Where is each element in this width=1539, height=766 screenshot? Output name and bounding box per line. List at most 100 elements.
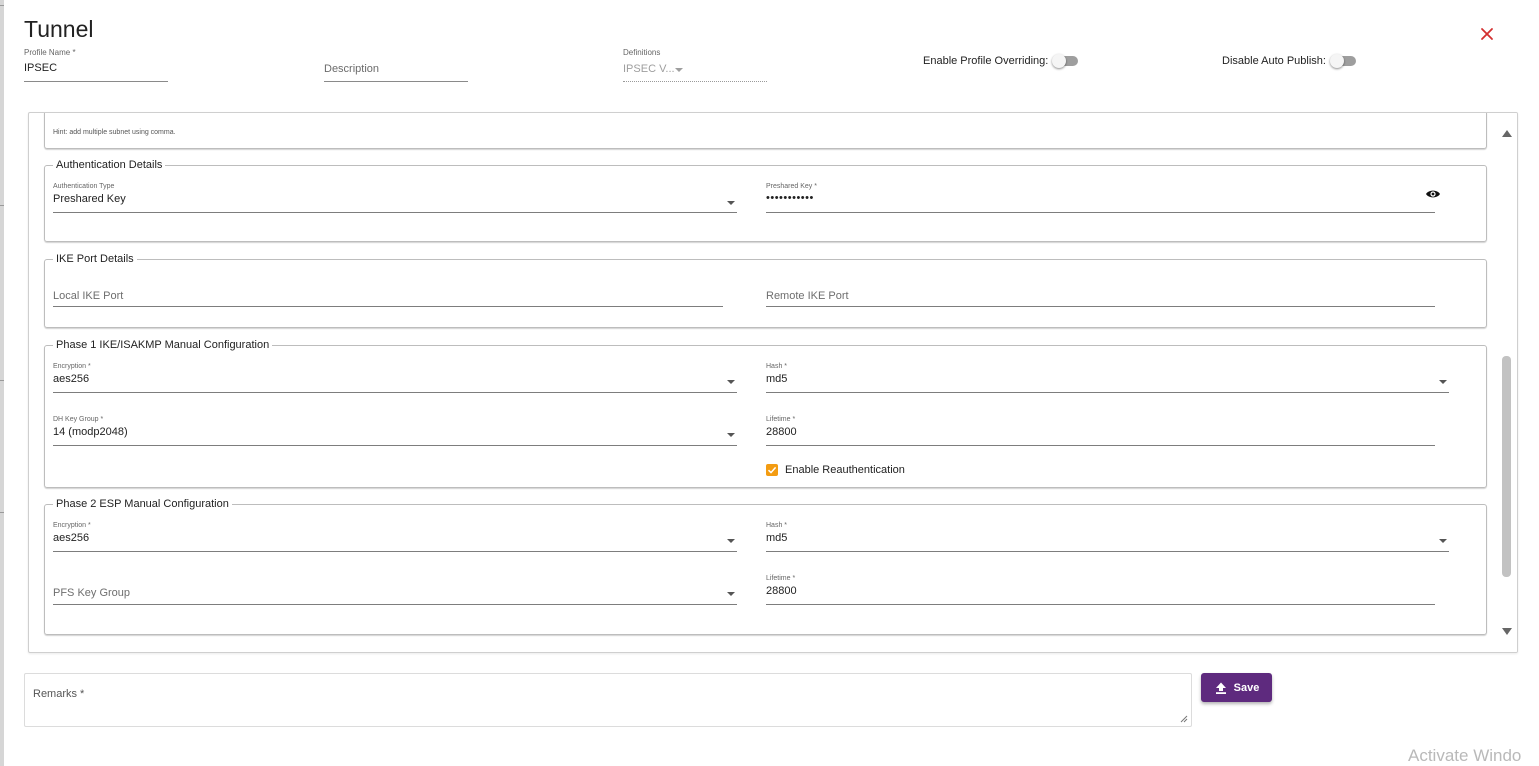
profile-name-value: IPSEC [24,62,58,74]
close-button[interactable] [1476,23,1498,45]
underline [53,306,723,307]
remote-ike-port-input[interactable]: Remote IKE Port [766,282,1435,307]
phase2-encryption-select[interactable]: Encryption * aes256 [53,522,737,552]
authentication-type-select[interactable]: Authentication Type Preshared Key [53,183,737,213]
enable-reauthentication-checkbox[interactable] [766,464,778,476]
underline [24,81,168,82]
field-value: Preshared Key [53,193,126,205]
underline [766,551,1449,552]
scroll-area[interactable]: Hint: add multiple subnet using comma. A… [29,113,1495,652]
underline [53,604,737,605]
phase2-hash-select[interactable]: Hash * md5 [766,522,1449,552]
chevron-down-icon [727,201,735,205]
save-button[interactable]: Save [1201,673,1272,702]
description-field[interactable]: Description [324,48,468,82]
underline [766,445,1435,446]
authentication-details-section: Authentication Details Authentication Ty… [44,158,1487,242]
field-label: Hash * [766,522,788,529]
profile-name-label: Profile Name * [24,48,76,57]
field-placeholder: Remote IKE Port [766,290,849,302]
field-value: aes256 [53,373,90,385]
field-placeholder: Local IKE Port [53,290,124,302]
scrollbar-thumb[interactable] [1502,356,1511,577]
disable-auto-publish-toggle[interactable] [1329,54,1356,68]
save-label: Save [1233,681,1260,694]
preshared-key-field[interactable]: Preshared Key * ••••••••••• [766,183,1440,213]
tunnel-dialog: Tunnel Profile Name * IPSEC Description … [4,0,1539,766]
field-label: DH Key Group * [53,416,104,423]
chevron-down-icon [1439,380,1447,384]
phase1-configuration-section: Phase 1 IKE/ISAKMP Manual Configuration … [44,338,1487,488]
underline [766,604,1435,605]
definitions-value: IPSEC V... [623,63,675,75]
field-value: md5 [766,373,788,385]
phase2-configuration-section: Phase 2 ESP Manual Configuration Encrypt… [44,497,1487,635]
field-placeholder: PFS Key Group [53,587,131,599]
scroll-down-button[interactable] [1502,628,1512,635]
subnet-hint-box: Hint: add multiple subnet using comma. [44,113,1487,149]
field-value: md5 [766,532,788,544]
vertical-scrollbar[interactable] [1495,113,1517,652]
resize-grip-icon[interactable] [1180,715,1188,723]
field-label: Authentication Type [53,183,115,190]
ike-port-details-section: IKE Port Details Local IKE Port Remote I… [44,252,1487,328]
toggle-label: Enable Profile Overriding: [923,55,1049,67]
scroll-up-button[interactable] [1502,130,1512,137]
chevron-down-icon [727,592,735,596]
remarks-textarea[interactable]: Remarks * [24,673,1192,727]
field-value: 28800 [766,426,797,438]
section-legend: Authentication Details [53,158,166,172]
close-icon [1481,28,1493,40]
enable-profile-overriding: Enable Profile Overriding: [923,53,1079,69]
phase1-dh-key-group-select[interactable]: DH Key Group * 14 (modp2048) [53,416,737,446]
underline [324,81,468,82]
chevron-down-icon [727,539,735,543]
field-label: Lifetime * [766,575,796,582]
underline [53,551,737,552]
enable-profile-overriding-toggle[interactable] [1052,54,1079,68]
checkbox-label: Enable Reauthentication [785,464,905,476]
phase1-encryption-select[interactable]: Encryption * aes256 [53,363,737,393]
configuration-panel: Hint: add multiple subnet using comma. A… [28,112,1518,653]
field-label: Encryption * [53,363,91,370]
section-legend: IKE Port Details [53,252,137,266]
activate-windows-watermark: Activate Windo [1408,746,1522,765]
chevron-down-icon [1439,539,1447,543]
phase2-pfs-key-group-select[interactable]: PFS Key Group [53,583,737,605]
disable-auto-publish: Disable Auto Publish: [1222,53,1356,69]
field-value: aes256 [53,532,90,544]
underline [53,212,737,213]
definitions-select[interactable]: Definitions IPSEC V... [623,48,767,82]
remarks-label: Remarks * [33,688,85,700]
field-value: 28800 [766,585,797,597]
dialog-title: Tunnel [24,16,94,42]
chevron-down-icon [727,380,735,384]
toggle-label: Disable Auto Publish: [1222,55,1326,67]
check-icon [767,466,777,474]
field-value: 14 (modp2048) [53,426,128,438]
field-label: Hash * [766,363,788,370]
chevron-down-icon [727,433,735,437]
underline [623,81,767,82]
field-label: Encryption * [53,522,91,529]
phase2-lifetime-input[interactable]: Lifetime * 28800 [766,575,1435,605]
upload-icon [1215,682,1226,694]
underline [766,306,1435,307]
show-password-button[interactable] [1425,187,1441,199]
definitions-label: Definitions [623,48,661,57]
chevron-down-icon [675,68,683,72]
toggle-knob [1329,54,1344,68]
section-legend: Phase 2 ESP Manual Configuration [53,497,232,511]
underline [766,212,1435,213]
field-value: ••••••••••• [766,192,814,204]
underline [53,445,737,446]
field-label: Lifetime * [766,416,796,423]
field-label: Preshared Key * [766,183,817,190]
eye-icon [1426,190,1440,198]
description-placeholder: Description [324,63,380,75]
local-ike-port-input[interactable]: Local IKE Port [53,282,723,307]
enable-reauthentication-row: Enable Reauthentication [766,464,905,476]
phase1-lifetime-input[interactable]: Lifetime * 28800 [766,416,1435,446]
phase1-hash-select[interactable]: Hash * md5 [766,363,1449,393]
profile-name-field[interactable]: Profile Name * IPSEC [24,48,168,82]
